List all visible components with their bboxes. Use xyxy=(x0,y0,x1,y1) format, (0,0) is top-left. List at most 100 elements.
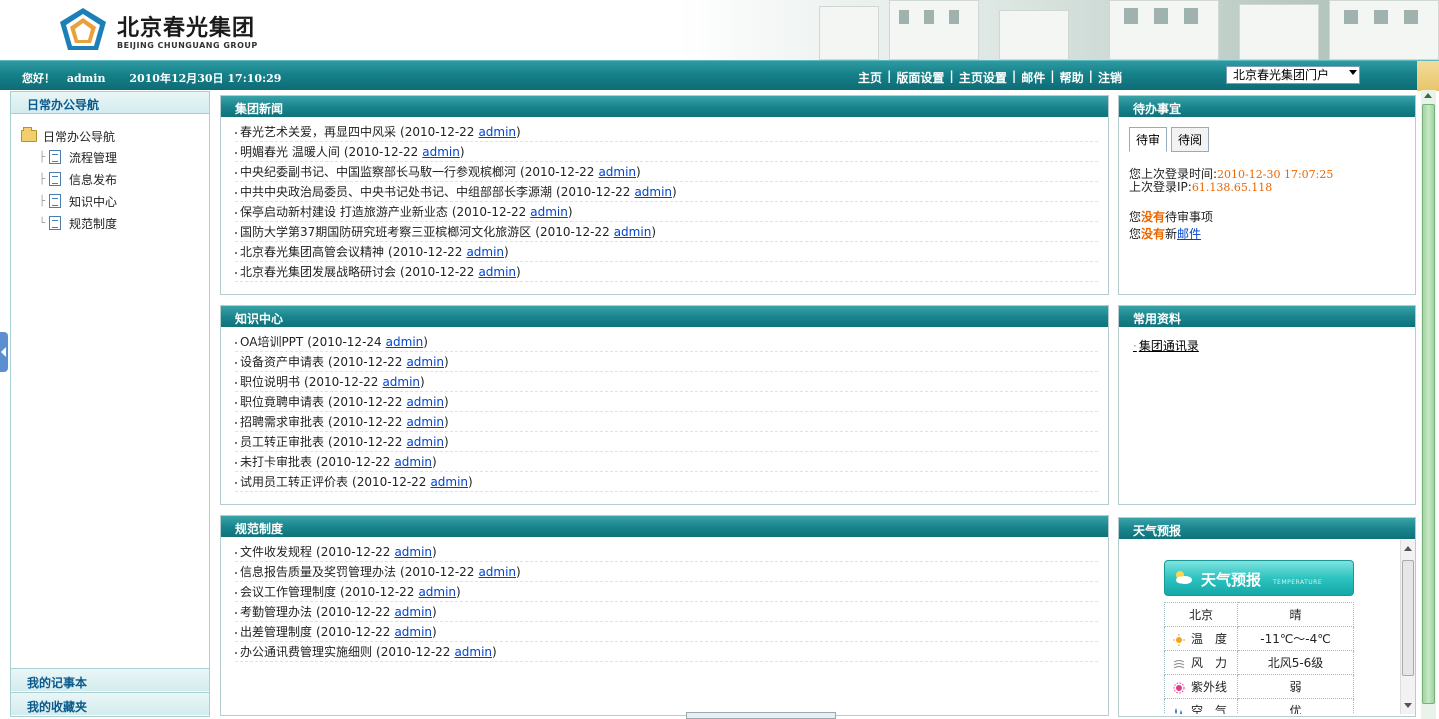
author-link[interactable]: admin xyxy=(394,605,432,619)
list-item-title[interactable]: 保亭启动新村建设 打造旅游产业新业态 xyxy=(240,205,448,219)
page-scrollbar[interactable] xyxy=(1421,90,1436,719)
list-item-title[interactable]: 出差管理制度 xyxy=(240,625,312,639)
sidebar-favorites[interactable]: 我的收藏夹 xyxy=(11,692,209,715)
scroll-thumb[interactable] xyxy=(1402,560,1414,676)
list-item[interactable]: 文件收发规程 (2010-12-22 admin) xyxy=(235,542,1098,562)
list-item-title[interactable]: 招聘需求审批表 xyxy=(240,415,324,429)
list-item-title[interactable]: 办公通讯费管理实施细则 xyxy=(240,645,372,659)
list-item[interactable]: 办公通讯费管理实施细则 (2010-12-22 admin) xyxy=(235,642,1098,662)
tree-root[interactable]: 日常办公导航 xyxy=(21,126,209,146)
nav-home[interactable]: 主页 xyxy=(854,69,886,86)
nav-help[interactable]: 帮助 xyxy=(1056,69,1088,86)
directory-link[interactable]: · 集团通讯录 xyxy=(1119,327,1415,354)
author-link[interactable]: admin xyxy=(466,245,504,259)
list-item-title[interactable]: 信息报告质量及奖罚管理办法 xyxy=(240,565,396,579)
list-item[interactable]: 职位竟聘申请表 (2010-12-22 admin) xyxy=(235,392,1098,412)
mail-link[interactable]: 邮件 xyxy=(1177,227,1201,241)
list-item-title[interactable]: 会议工作管理制度 xyxy=(240,585,336,599)
list-item[interactable]: 明媚春光 温暖人间 (2010-12-22 admin) xyxy=(235,142,1098,162)
nav-home-settings[interactable]: 主页设置 xyxy=(955,69,1011,86)
tab-pending-review[interactable]: 待审 xyxy=(1129,127,1168,152)
author-link[interactable]: admin xyxy=(394,625,432,639)
weather-scrollbar[interactable] xyxy=(1400,540,1415,714)
author-link[interactable]: admin xyxy=(478,125,516,139)
list-item[interactable]: 中共中央政治局委员、中央书记处书记、中组部部长李源潮 (2010-12-22 adm… xyxy=(235,182,1098,202)
author-link[interactable]: admin xyxy=(406,355,444,369)
author-link[interactable]: admin xyxy=(454,645,492,659)
author-link[interactable]: admin xyxy=(598,165,636,179)
list-item-title[interactable]: 考勤管理办法 xyxy=(240,605,312,619)
list-item-title[interactable]: 中央纪委副书记、中国监察部长马駇一行参观槟榔河 xyxy=(240,165,516,179)
horizontal-scrollbar[interactable] xyxy=(686,712,836,719)
portal-select[interactable]: 北京春光集团门户 xyxy=(1226,66,1360,84)
scroll-up-icon[interactable] xyxy=(1424,93,1432,98)
scroll-down-icon[interactable] xyxy=(1404,703,1412,708)
list-item-title[interactable]: 员工转正审批表 xyxy=(240,435,324,449)
list-item[interactable]: 设备资产申请表 (2010-12-22 admin) xyxy=(235,352,1098,372)
list-item[interactable]: 出差管理制度 (2010-12-22 admin) xyxy=(235,622,1098,642)
author-link[interactable]: admin xyxy=(418,585,456,599)
author-link[interactable]: admin xyxy=(406,435,444,449)
author-link[interactable]: admin xyxy=(382,375,420,389)
author-link[interactable]: admin xyxy=(478,265,516,279)
list-item-title[interactable]: 职位竟聘申请表 xyxy=(240,395,324,409)
list-item-title[interactable]: 试用员工转正评价表 xyxy=(240,475,348,489)
list-item-title[interactable]: 职位说明书 xyxy=(240,375,300,389)
bullet-icon xyxy=(235,231,237,234)
list-item-title[interactable]: 春光艺术关爱，再显四中风采 xyxy=(240,125,396,139)
list-item-title[interactable]: OA培训PPT xyxy=(240,335,303,349)
list-item[interactable]: 信息报告质量及奖罚管理办法 (2010-12-22 admin) xyxy=(235,562,1098,582)
list-item[interactable]: 试用员工转正评价表 (2010-12-22 admin) xyxy=(235,472,1098,492)
list-item[interactable]: 国防大学第37期国防研究班考察三亚槟榔河文化旅游区 (2010-12-22 admi… xyxy=(235,222,1098,242)
list-item[interactable]: 员工转正审批表 (2010-12-22 admin) xyxy=(235,432,1098,452)
list-item[interactable]: 春光艺术关爱，再显四中风采 (2010-12-22 admin) xyxy=(235,122,1098,142)
author-link[interactable]: admin xyxy=(614,225,652,239)
nav-logout[interactable]: 注销 xyxy=(1094,69,1126,86)
tab-pending-read[interactable]: 待阅 xyxy=(1171,127,1210,152)
author-link[interactable]: admin xyxy=(530,205,568,219)
list-item[interactable]: 未打卡审批表 (2010-12-22 admin) xyxy=(235,452,1098,472)
author-link[interactable]: admin xyxy=(430,475,468,489)
scroll-thumb[interactable] xyxy=(1422,104,1435,704)
list-item-title[interactable]: 北京春光集团发展战略研讨会 xyxy=(240,265,396,279)
list-item[interactable]: 考勤管理办法 (2010-12-22 admin) xyxy=(235,602,1098,622)
list-item[interactable]: 北京春光集团发展战略研讨会 (2010-12-22 admin) xyxy=(235,262,1098,282)
sidebar-item-knowledge[interactable]: ├ 知识中心 xyxy=(21,190,209,212)
sidebar-collapse-toggle[interactable] xyxy=(0,332,8,372)
list-item-title[interactable]: 北京春光集团高管会议精神 xyxy=(240,245,384,259)
author-link[interactable]: admin xyxy=(478,565,516,579)
bullet-icon xyxy=(235,421,237,424)
list-item[interactable]: 北京春光集团高管会议精神 (2010-12-22 admin) xyxy=(235,242,1098,262)
sidebar-item-workflow[interactable]: ├ 流程管理 xyxy=(21,146,209,168)
nav-mail[interactable]: 邮件 xyxy=(1017,69,1049,86)
author-link[interactable]: admin xyxy=(422,145,460,159)
nav-layout-settings[interactable]: 版面设置 xyxy=(892,69,948,86)
scroll-up-icon[interactable] xyxy=(1404,546,1412,551)
list-item-title[interactable]: 明媚春光 温暖人间 xyxy=(240,145,340,159)
list-item[interactable]: 招聘需求审批表 (2010-12-22 admin) xyxy=(235,412,1098,432)
list-item-title[interactable]: 文件收发规程 xyxy=(240,545,312,559)
list-item-date: (2010-12-22 xyxy=(400,565,475,579)
list-item[interactable]: 中央纪委副书记、中国监察部长马駇一行参观槟榔河 (2010-12-22 admin) xyxy=(235,162,1098,182)
sidebar-item-rules[interactable]: └ 规范制度 xyxy=(21,212,209,234)
author-link[interactable]: admin xyxy=(394,455,432,469)
sidebar-notebook[interactable]: 我的记事本 xyxy=(11,668,209,691)
sidebar-item-label: 规范制度 xyxy=(69,216,118,231)
list-item-title[interactable]: 设备资产申请表 xyxy=(240,355,324,369)
list-item-date: (2010-12-22 xyxy=(340,585,415,599)
list-item[interactable]: 职位说明书 (2010-12-22 admin) xyxy=(235,372,1098,392)
list-item-title[interactable]: 中共中央政治局委员、中央书记处书记、中组部部长李源潮 xyxy=(240,185,552,199)
list-item[interactable]: 保亭启动新村建设 打造旅游产业新业态 (2010-12-22 admin) xyxy=(235,202,1098,222)
sidebar-item-label: 流程管理 xyxy=(69,150,118,165)
sidebar-item-publish[interactable]: ├ 信息发布 xyxy=(21,168,209,190)
author-link[interactable]: admin xyxy=(406,395,444,409)
author-link[interactable]: admin xyxy=(386,335,424,349)
header-banner: 北京春光集团 BEIJING CHUNGUANG GROUP xyxy=(0,0,1439,60)
list-item[interactable]: OA培训PPT (2010-12-24 admin) xyxy=(235,332,1098,352)
list-item-title[interactable]: 国防大学第37期国防研究班考察三亚槟榔河文化旅游区 xyxy=(240,225,531,239)
list-item-title[interactable]: 未打卡审批表 xyxy=(240,455,312,469)
author-link[interactable]: admin xyxy=(634,185,672,199)
author-link[interactable]: admin xyxy=(406,415,444,429)
author-link[interactable]: admin xyxy=(394,545,432,559)
list-item[interactable]: 会议工作管理制度 (2010-12-22 admin) xyxy=(235,582,1098,602)
